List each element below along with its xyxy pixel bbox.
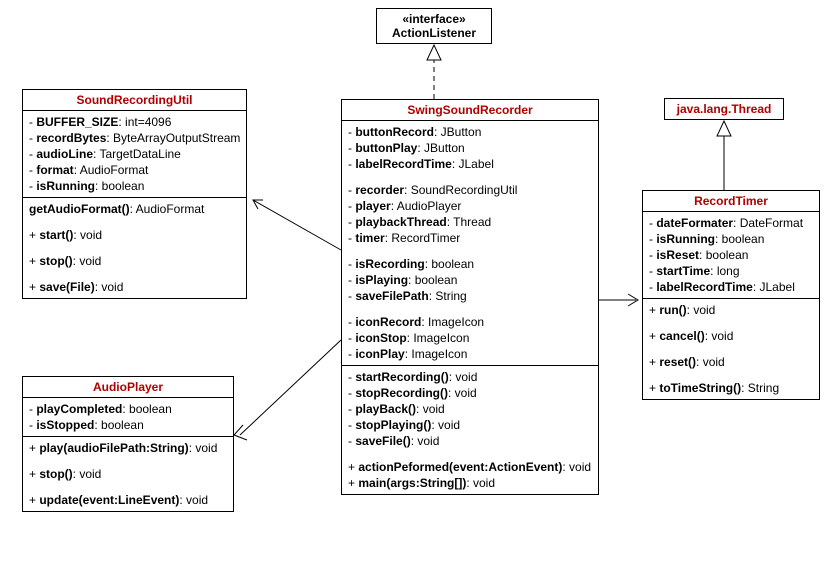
class-name: java.lang.Thread [677,102,772,116]
attributes-section: - playCompleted: boolean- isStopped: boo… [23,398,233,437]
attributes-section: - buttonRecord: JButton- buttonPlay: JBu… [342,121,598,366]
operation-row: - saveFile(): void [348,433,592,449]
attribute-row: - audioLine: TargetDataLine [29,146,240,162]
class-actionlistener: «interface» ActionListener [376,8,492,44]
operations-section: + run(): void + cancel(): void + reset(): … [643,299,819,399]
operation-row: + toTimeString(): String [649,380,813,396]
operation-row: - playBack(): void [348,401,592,417]
attribute-row: - BUFFER_SIZE: int=4096 [29,114,240,130]
operation-row: + stop(): void [29,466,227,482]
attribute-row: - isRunning: boolean [29,178,240,194]
operations-section: + play(audioFilePath:String): void + stop… [23,437,233,511]
class-soundrecordingutil: SoundRecordingUtil - BUFFER_SIZE: int=40… [22,89,247,299]
class-swingsoundrecorder: SwingSoundRecorder - buttonRecord: JButt… [341,99,599,495]
operation-row: - stopPlaying(): void [348,417,592,433]
attribute-row: - playbackThread: Thread [348,214,592,230]
attribute-row: - recorder: SoundRecordingUtil [348,182,592,198]
attributes-section: - BUFFER_SIZE: int=4096- recordBytes: By… [23,111,246,198]
attribute-row: - iconStop: ImageIcon [348,330,592,346]
operation-row: + play(audioFilePath:String): void [29,440,227,456]
operations-section: getAudioFormat(): AudioFormat + start(): … [23,198,246,298]
attribute-row: - iconPlay: ImageIcon [348,346,592,362]
operation-row: + start(): void [29,227,240,243]
attribute-row: - saveFilePath: String [348,288,592,304]
operation-row: - stopRecording(): void [348,385,592,401]
attribute-row: - dateFormater: DateFormat [649,215,813,231]
attribute-row: - timer: RecordTimer [348,230,592,246]
attribute-row: - buttonPlay: JButton [348,140,592,156]
stereotype-label: «interface» [381,12,487,26]
attribute-row: - isReset: boolean [649,247,813,263]
attribute-row: - playCompleted: boolean [29,401,227,417]
operations-section: - startRecording(): void- stopRecording(… [342,366,598,494]
attribute-row: - labelRecordTime: JLabel [348,156,592,172]
attribute-row: - startTime: long [649,263,813,279]
attribute-row: - labelRecordTime: JLabel [649,279,813,295]
operation-row: + actionPeformed(event:ActionEvent): voi… [348,459,592,475]
class-thread: java.lang.Thread [664,98,784,120]
attribute-row: - recordBytes: ByteArrayOutputStream [29,130,240,146]
class-audioplayer: AudioPlayer - playCompleted: boolean- is… [22,376,234,512]
operation-row: + update(event:LineEvent): void [29,492,227,508]
operation-row: + run(): void [649,302,813,318]
class-name: SwingSoundRecorder [407,103,532,117]
attribute-row: - isPlaying: boolean [348,272,592,288]
attribute-row: - iconRecord: ImageIcon [348,314,592,330]
operation-row: + reset(): void [649,354,813,370]
attribute-row: - player: AudioPlayer [348,198,592,214]
class-name: AudioPlayer [93,380,163,394]
attribute-row: - isRecording: boolean [348,256,592,272]
attributes-section: - dateFormater: DateFormat- isRunning: b… [643,212,819,299]
operation-row: getAudioFormat(): AudioFormat [29,201,240,217]
operation-row: + stop(): void [29,253,240,269]
operation-row: - startRecording(): void [348,369,592,385]
class-name: SoundRecordingUtil [77,93,193,107]
attribute-row: - buttonRecord: JButton [348,124,592,140]
attribute-row: - isRunning: boolean [649,231,813,247]
class-name: RecordTimer [694,194,768,208]
operation-row: + save(File): void [29,279,240,295]
operation-row: + cancel(): void [649,328,813,344]
attribute-row: - isStopped: boolean [29,417,227,433]
class-recordtimer: RecordTimer - dateFormater: DateFormat- … [642,190,820,400]
class-name: ActionListener [392,26,476,40]
attribute-row: - format: AudioFormat [29,162,240,178]
operation-row: + main(args:String[]): void [348,475,592,491]
